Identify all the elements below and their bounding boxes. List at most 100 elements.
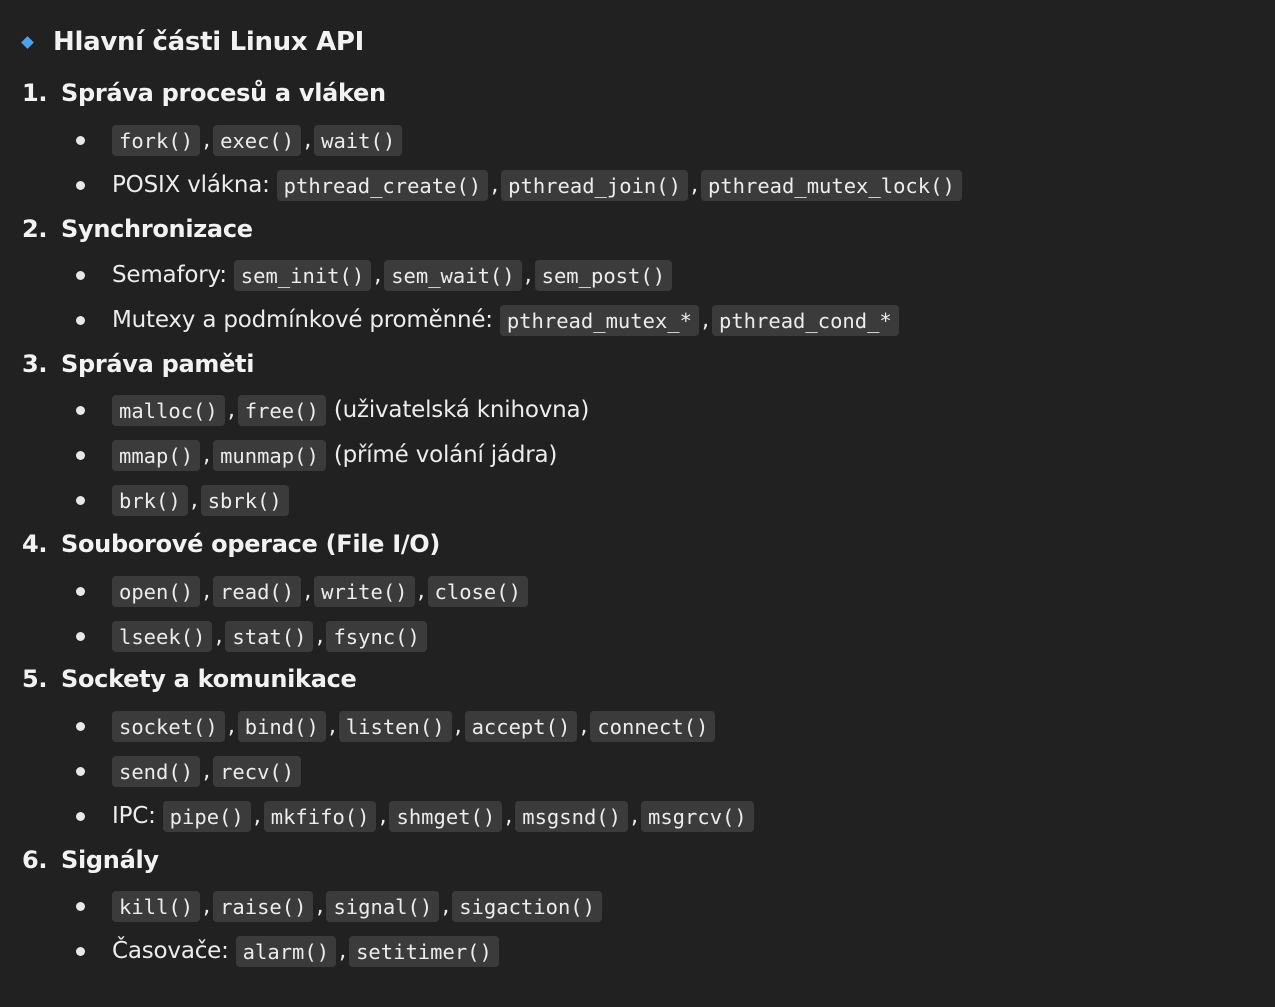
code-snippet: pthread_mutex_lock(): [700, 169, 962, 201]
code-snippet: sem_post(): [534, 259, 673, 291]
separator: ,: [454, 713, 462, 739]
code-snippet: lseek(): [112, 620, 213, 652]
code-snippet: pthread_cond_*: [711, 304, 899, 336]
bullet-icon: [76, 721, 85, 731]
bullet-icon: [76, 901, 85, 911]
separator: ,: [316, 893, 324, 919]
separator: ,: [203, 893, 211, 919]
separator: ,: [630, 803, 639, 829]
code-snippet: exec(): [213, 124, 302, 156]
separator: ,: [203, 127, 211, 153]
section-number: 5.: [22, 665, 48, 693]
code-snippet: bind(): [237, 710, 326, 742]
separator: ,: [203, 442, 211, 468]
list-item: send(), recv(): [76, 753, 302, 789]
code-snippet: fork(): [112, 124, 201, 156]
code-snippet: raise(): [213, 890, 314, 922]
separator: ,: [328, 713, 336, 739]
code-snippet: open(): [112, 575, 201, 607]
code-snippet: msgrcv(): [640, 800, 754, 832]
section-number: 4.: [22, 530, 48, 558]
code-snippet: fsync(): [326, 620, 427, 652]
separator: ,: [304, 127, 312, 153]
code-snippet: pthread_create(): [276, 169, 489, 201]
code-snippet: recv(): [213, 755, 302, 787]
list-item: brk(), sbrk(): [76, 482, 289, 518]
code-snippet: kill(): [112, 890, 201, 922]
list-item: fork(), exec(), wait(): [76, 122, 403, 158]
list-item: open(), read(), write(), close(): [76, 573, 528, 609]
separator: ,: [374, 262, 382, 288]
item-label: Časovače:: [112, 938, 229, 964]
separator: ,: [379, 803, 387, 829]
separator: ,: [442, 893, 450, 919]
code-snippet: shmget(): [389, 800, 503, 832]
bullet-icon: [76, 135, 85, 145]
section-number: 3.: [22, 350, 48, 378]
section-heading: 5. Sockety a komunikace: [22, 662, 357, 696]
separator: ,: [580, 713, 588, 739]
separator: ,: [701, 307, 710, 333]
separator: ,: [524, 262, 532, 288]
code-snippet: connect(): [590, 710, 716, 742]
item-label: IPC:: [112, 803, 156, 829]
bullet-icon: [76, 180, 85, 190]
list-item: POSIX vlákna: pthread_create(), pthread_j…: [76, 167, 962, 203]
bullet-icon: [76, 586, 85, 596]
separator: ,: [690, 172, 699, 198]
page-title: Hlavní části Linux API: [53, 27, 365, 57]
separator: ,: [491, 172, 499, 198]
section-title: Sockety a komunikace: [61, 665, 357, 693]
section-number: 1.: [22, 79, 48, 107]
item-note: (uživatelská knihovna): [333, 397, 590, 423]
section-heading: 3. Správa paměti: [22, 347, 254, 381]
code-snippet: malloc(): [112, 394, 225, 426]
code-snippet: write(): [314, 575, 415, 607]
list-item: Semafory: sem_init(), sem_wait(), sem_post…: [76, 257, 673, 293]
code-snippet: sem_init(): [233, 259, 372, 291]
list-item: socket(), bind(), listen(), accept(), connec…: [76, 708, 716, 744]
item-note: (přímé volání jádra): [333, 442, 558, 468]
section-heading: 6. Signály: [22, 843, 159, 877]
bullet-icon: [76, 631, 85, 641]
code-snippet: mmap(): [112, 439, 201, 471]
bullet-icon: [76, 270, 85, 280]
list-item: mmap(), munmap() (přímé volání jádra): [76, 437, 557, 473]
code-snippet: socket(): [112, 710, 225, 742]
section-number: 6.: [22, 846, 48, 874]
separator: ,: [339, 938, 347, 964]
separator: ,: [253, 803, 261, 829]
code-snippet: signal(): [326, 890, 440, 922]
section-heading: 4. Souborové operace (File I/O): [22, 527, 440, 561]
item-label: Mutexy a podmínkové proměnné:: [112, 307, 493, 333]
bullet-icon: [76, 315, 85, 325]
code-snippet: accept(): [464, 710, 578, 742]
list-item: malloc(), free() (uživatelská knihovna): [76, 392, 589, 428]
code-snippet: msgsnd(): [515, 800, 628, 832]
code-snippet: pthread_mutex_*: [499, 304, 699, 336]
code-snippet: sigaction(): [452, 890, 602, 922]
section-title: Signály: [61, 846, 159, 874]
section-heading: 1. Správa procesů a vláken: [22, 76, 386, 110]
separator: ,: [227, 397, 235, 423]
separator: ,: [505, 803, 513, 829]
code-snippet: free(): [237, 394, 326, 426]
code-snippet: alarm(): [235, 935, 337, 967]
section-title: Souborové operace (File I/O): [61, 530, 441, 558]
code-snippet: pipe(): [162, 800, 251, 832]
list-item: kill(), raise(), signal(), sigaction(): [76, 888, 602, 924]
separator: ,: [203, 578, 211, 604]
list-item: Časovače: alarm(), setitimer(): [76, 933, 499, 969]
section-title: Správa paměti: [61, 350, 255, 378]
section-number: 2.: [22, 215, 48, 243]
separator: ,: [227, 713, 235, 739]
code-snippet: setitimer(): [349, 935, 499, 967]
item-label: Semafory:: [112, 262, 227, 288]
section-heading: 2. Synchronizace: [22, 212, 253, 246]
separator: ,: [417, 578, 425, 604]
bullet-icon: [76, 495, 85, 505]
code-snippet: pthread_join(): [501, 169, 688, 201]
list-item: IPC: pipe(), mkfifo(), shmget(), msgsnd(), m…: [76, 798, 754, 834]
code-snippet: close(): [427, 575, 528, 607]
code-snippet: brk(): [112, 484, 188, 516]
